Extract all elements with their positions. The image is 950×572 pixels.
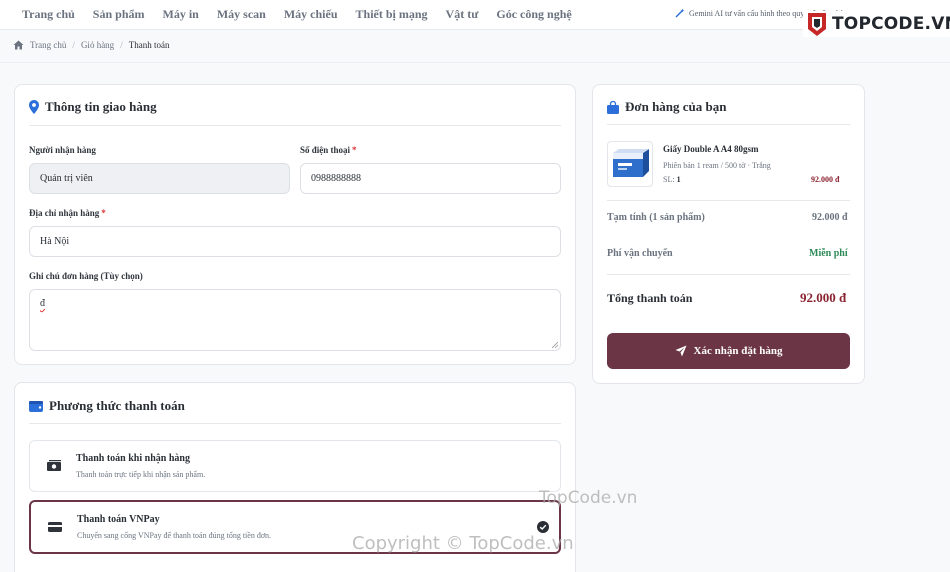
payment-option-cod[interactable]: Thanh toán khi nhận hàng Thanh toán trực… <box>29 440 561 492</box>
required-mark: * <box>101 208 106 218</box>
map-pin-icon <box>29 100 39 114</box>
payment-method-title-text: Phương thức thanh toán <box>49 398 185 413</box>
nav-projectors[interactable]: Máy chiếu <box>284 7 338 22</box>
note-textarea[interactable]: đ <box>29 289 561 351</box>
divider <box>607 200 850 201</box>
shipping-fee-value: Miễn phí <box>809 248 848 259</box>
main-menu: Trang chủ Sản phẩm Máy in Máy scan Máy c… <box>22 7 572 22</box>
breadcrumb-separator: / <box>72 40 75 50</box>
divider <box>29 125 561 126</box>
payment-option-cod-desc: Thanh toán trực tiếp khi nhận sản phẩm. <box>76 470 206 479</box>
product-quantity: SL: 1 <box>663 175 681 184</box>
receiver-input[interactable]: Quản trị viên <box>29 163 290 194</box>
topcode-logo-icon <box>808 13 826 36</box>
receiver-value: Quản trị viên <box>40 173 93 184</box>
product-name[interactable]: Giấy Double A A4 80gsm <box>663 144 759 154</box>
payment-option-vnpay-desc: Chuyển sang cổng VNPay để thanh toán đún… <box>77 531 272 540</box>
nav-scanners[interactable]: Máy scan <box>217 7 266 22</box>
payment-method-title: Phương thức thanh toán <box>29 398 185 414</box>
phone-value: 0988888888 <box>311 173 361 184</box>
watermark-small: TopCode.vn <box>539 488 638 508</box>
nav-supplies[interactable]: Vật tư <box>446 7 479 22</box>
nav-products[interactable]: Sản phẩm <box>93 7 145 22</box>
paper-ream-image <box>613 149 649 177</box>
nav-tech-corner[interactable]: Góc công nghệ <box>496 7 571 22</box>
magic-wand-icon <box>675 8 685 18</box>
nav-printers[interactable]: Máy in <box>163 7 199 22</box>
phone-label: Số điện thoại * <box>300 145 357 155</box>
watermark-copyright: Copyright © TopCode.vn <box>352 533 574 554</box>
shipping-fee-label: Phí vận chuyển <box>607 248 673 259</box>
confirm-order-button[interactable]: Xác nhận đặt hàng <box>607 333 850 369</box>
order-summary-title: Đơn hàng của bạn <box>607 99 727 115</box>
shipping-info-title: Thông tin giao hàng <box>29 99 157 115</box>
divider <box>29 423 561 424</box>
nav-network-devices[interactable]: Thiết bị mạng <box>356 7 428 22</box>
wallet-icon <box>29 401 43 412</box>
breadcrumb-divider <box>0 62 950 63</box>
product-price: 92.000 đ <box>811 175 840 184</box>
breadcrumb-separator: / <box>120 40 123 50</box>
product-thumbnail <box>607 141 653 187</box>
divider <box>607 124 850 125</box>
total-label: Tổng thanh toán <box>607 291 693 305</box>
resize-handle-icon[interactable] <box>552 342 558 348</box>
topcode-logo: TOPCODE.VN <box>803 11 950 37</box>
divider <box>607 274 850 275</box>
address-value: Hà Nội <box>40 236 70 247</box>
breadcrumb-current: Thanh toán <box>128 40 170 50</box>
check-circle-icon <box>537 521 549 533</box>
product-variant: Phiên bản 1 ream / 500 tờ · Trắng <box>663 161 771 170</box>
breadcrumb-cart[interactable]: Giỏ hàng <box>81 40 114 50</box>
address-label: Địa chỉ nhận hàng * <box>29 208 106 218</box>
note-label: Ghi chú đơn hàng (Tùy chọn) <box>29 271 143 281</box>
nav-home[interactable]: Trang chủ <box>22 7 75 22</box>
payment-option-vnpay-name: Thanh toán VNPay <box>77 514 160 525</box>
home-icon <box>13 40 24 50</box>
note-value: đ <box>40 298 45 309</box>
breadcrumb: Trang chủ / Giỏ hàng / Thanh toán <box>13 40 169 50</box>
required-mark: * <box>352 145 357 155</box>
total-value: 92.000 đ <box>800 290 847 305</box>
shipping-info-title-text: Thông tin giao hàng <box>45 99 157 114</box>
order-summary-title-text: Đơn hàng của bạn <box>625 99 727 114</box>
paper-plane-icon <box>675 345 687 357</box>
breadcrumb-home[interactable]: Trang chủ <box>30 40 66 50</box>
topcode-logo-text: TOPCODE.VN <box>832 14 950 34</box>
phone-input[interactable]: 0988888888 <box>300 163 561 194</box>
money-bill-icon <box>47 460 61 471</box>
confirm-order-label: Xác nhận đặt hàng <box>693 345 783 357</box>
credit-card-icon <box>48 522 62 532</box>
subtotal-value: 92.000 đ <box>812 212 848 223</box>
receiver-label: Người nhận hàng <box>29 145 96 155</box>
subtotal-label: Tạm tính (1 sản phẩm) <box>607 212 705 223</box>
payment-option-cod-name: Thanh toán khi nhận hàng <box>76 453 190 464</box>
shopping-bag-icon <box>607 100 619 114</box>
address-input[interactable]: Hà Nội <box>29 226 561 257</box>
